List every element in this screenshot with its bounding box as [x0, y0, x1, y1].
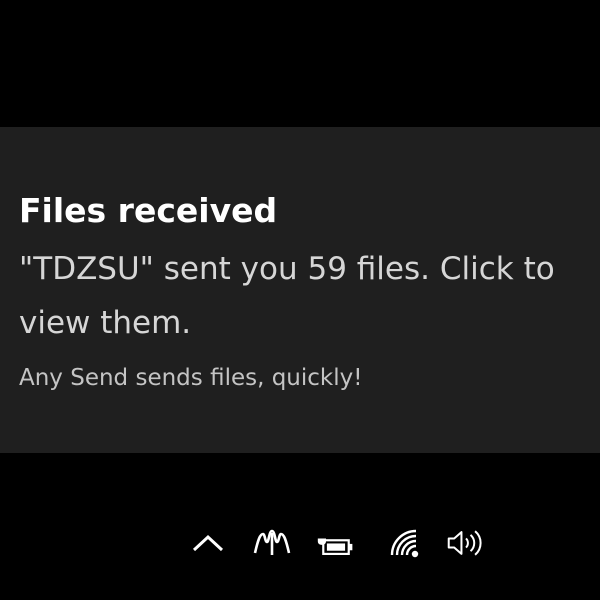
notification-body: "TDZSU" sent you 59 files. Click to view… — [19, 242, 600, 350]
app-tray-icon[interactable] — [252, 525, 292, 561]
wifi-icon[interactable] — [386, 525, 426, 561]
notification-body-line: view them. — [19, 305, 192, 341]
system-tray — [180, 515, 510, 571]
notification-title: Files received — [19, 191, 278, 230]
battery-icon[interactable] — [316, 525, 356, 561]
notification-attribution: Any Send sends files, quickly! — [19, 365, 363, 391]
desktop-screen: Files received "TDZSU" sent you 59 files… — [0, 0, 600, 600]
chevron-up-icon[interactable] — [188, 525, 228, 561]
notification-body-line: "TDZSU" sent you 59 files. Click to — [19, 251, 555, 287]
volume-icon[interactable] — [446, 525, 486, 561]
